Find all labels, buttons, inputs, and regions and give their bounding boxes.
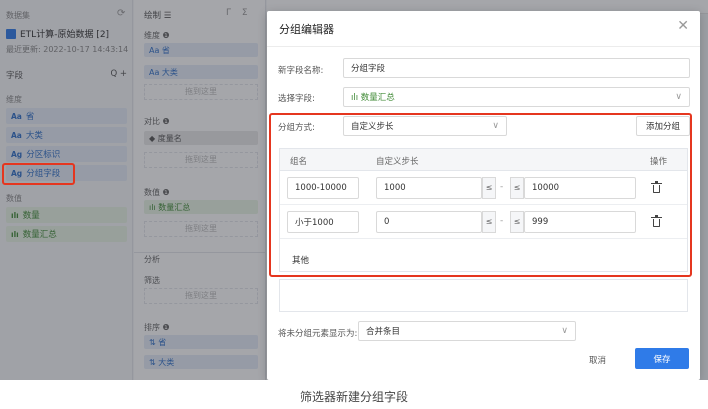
filter-drop-zone[interactable]: 拖到这里 [144, 288, 258, 304]
switch-dataset-icon[interactable]: ⟳ [117, 8, 125, 19]
ungrouped-label: 将未分组元素显示为: [278, 329, 358, 339]
new-field-name-input[interactable]: 分组字段 [343, 58, 690, 78]
value-slot-label: 数值 ❶ [144, 188, 170, 197]
ungrouped-display-dropdown[interactable]: 合并条目 ∨ [358, 321, 576, 341]
sort-chip-province[interactable]: ⇅ 省 [144, 335, 258, 349]
select-field-dropdown[interactable]: ılı 数量汇总 ∨ [343, 87, 690, 107]
filter-label: 筛选 [144, 276, 160, 285]
highlight-group-area [269, 113, 692, 277]
table-icon [6, 28, 16, 39]
value-drop-zone[interactable]: 拖到这里 [144, 221, 258, 237]
save-button[interactable]: 保存 [635, 348, 689, 369]
dataset-name[interactable]: ETL计算-原始数据 [2] [6, 27, 109, 40]
field-item-quantity-sum[interactable]: ılı 数量汇总 [6, 226, 127, 242]
last-updated: 最近更新: 2022-10-17 14:43:14 [6, 45, 129, 54]
cancel-button[interactable]: 取消 [589, 354, 606, 366]
analysis-label: 分析 [144, 255, 160, 264]
config-icons[interactable]: Γ Σ [226, 8, 252, 18]
sort-slot-label: 排序 ❶ [144, 323, 170, 332]
field-panel: 数据集 ⟳ ETL计算-原始数据 [2] 最近更新: 2022-10-17 14… [0, 0, 133, 380]
dim-chip-province[interactable]: Aa 省 [144, 43, 258, 57]
divider [134, 252, 266, 253]
dataset-title: 数据集 [6, 11, 30, 20]
dim-drop-zone[interactable]: 拖到这里 [144, 84, 258, 100]
dialog-title: 分组编辑器 [279, 23, 334, 36]
draw-label: 绘制 ☰ [144, 11, 172, 21]
measure-label: 数值 [6, 194, 22, 203]
new-field-label: 新字段名称: [278, 66, 324, 76]
group-editor-dialog: 分组编辑器 ✕ 新字段名称: 分组字段 选择字段: ılı 数量汇总 ∨ 分组方… [267, 11, 700, 380]
title-divider [267, 46, 700, 47]
field-item-province[interactable]: Aa 省 [6, 108, 127, 124]
app-screen: 数据集 ⟳ ETL计算-原始数据 [2] 最近更新: 2022-10-17 14… [0, 0, 708, 380]
highlight-group-field [2, 163, 75, 185]
field-item-quantity[interactable]: ılı 数量 [6, 207, 127, 223]
value-chip-quantity-sum[interactable]: ılı 数量汇总 [144, 200, 258, 214]
fields-header: 字段 Q + [6, 69, 127, 81]
compare-chip-measure-name[interactable]: ◆ 度量名 [144, 131, 258, 145]
sort-chip-category[interactable]: ⇅ 大类 [144, 355, 258, 369]
compare-slot-label: 对比 ❶ [144, 117, 170, 126]
search-add-icons[interactable]: Q + [110, 69, 127, 81]
dim-chip-category[interactable]: Aa 大类 [144, 65, 258, 79]
dimension-label: 维度 [6, 95, 22, 104]
close-icon[interactable]: ✕ [677, 19, 689, 33]
field-item-partition[interactable]: Ag 分区标识 [6, 146, 127, 162]
compare-drop-zone[interactable]: 拖到这里 [144, 152, 258, 168]
chevron-down-icon: ∨ [561, 326, 568, 336]
field-item-category[interactable]: Aa 大类 [6, 127, 127, 143]
figure-caption: 筛选器新建分组字段 [299, 390, 408, 404]
empty-area [279, 279, 688, 312]
chevron-down-icon: ∨ [675, 92, 682, 102]
chart-config-panel: 绘制 ☰ Γ Σ 维度 ❶ Aa 省 Aa 大类 拖到这里 对比 ❶ ◆ 度量名… [134, 0, 266, 380]
select-field-label: 选择字段: [278, 94, 315, 104]
dim-slot-label: 维度 ❶ [144, 31, 170, 40]
